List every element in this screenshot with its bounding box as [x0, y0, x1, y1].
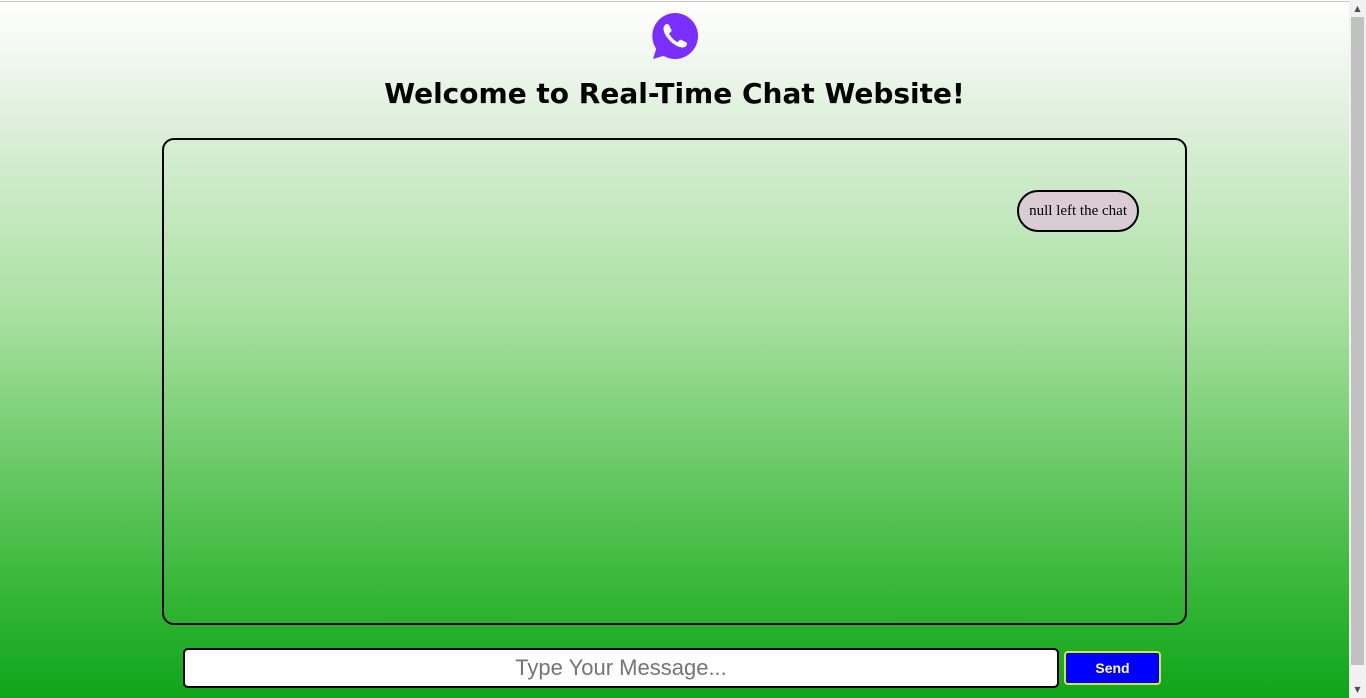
send-button[interactable]: Send — [1064, 651, 1161, 685]
system-message: null left the chat — [1017, 190, 1139, 232]
whatsapp-icon — [652, 12, 699, 60]
page-title: Welcome to Real-Time Chat Website! — [384, 77, 965, 110]
vertical-scrollbar[interactable]: ▲ ▼ — [1349, 0, 1366, 698]
chat-messages-area[interactable]: null left the chat — [162, 138, 1187, 625]
scrollbar-thumb[interactable] — [1351, 17, 1364, 665]
scroll-down-arrow-icon[interactable]: ▼ — [1349, 681, 1366, 698]
scroll-up-arrow-icon[interactable]: ▲ — [1349, 0, 1366, 17]
chat-page: Welcome to Real-Time Chat Website! null … — [0, 1, 1349, 698]
message-input[interactable] — [183, 648, 1059, 688]
